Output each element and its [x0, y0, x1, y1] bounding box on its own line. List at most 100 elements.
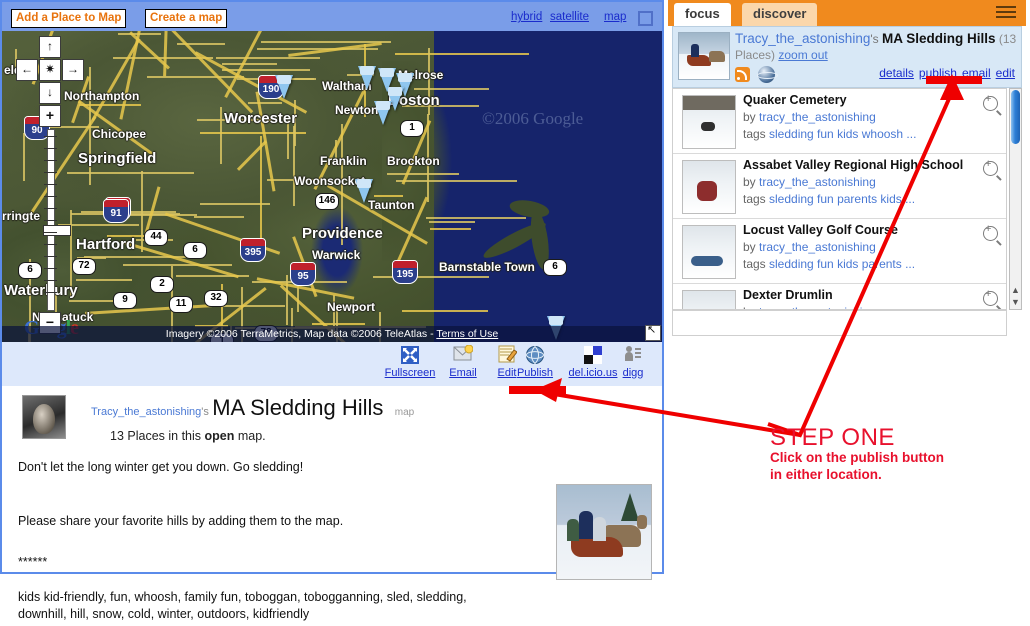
map-place-pin[interactable]: [358, 66, 376, 90]
pan-left-button[interactable]: ←: [16, 59, 38, 81]
zoom-slider-track[interactable]: [43, 129, 71, 311]
email-link[interactable]: email: [962, 66, 991, 80]
publish-action[interactable]: Publish: [505, 345, 565, 379]
place-name[interactable]: Dexter Drumlin: [743, 288, 833, 302]
annotation-line-2: in either location.: [770, 467, 882, 482]
map-road: [200, 132, 306, 134]
map-zoom-control[interactable]: + −: [39, 105, 71, 335]
route-shield: 11: [169, 296, 193, 313]
pan-up-button[interactable]: ↑: [39, 36, 61, 58]
sidebar-owner-name[interactable]: Tracy_the_astonishing: [735, 31, 870, 46]
zoom-to-place-icon[interactable]: [983, 158, 998, 176]
digg-action[interactable]: digg: [613, 345, 653, 379]
pan-right-button[interactable]: →: [62, 59, 84, 81]
map-road: [141, 171, 143, 252]
create-a-map-button[interactable]: Create a map: [145, 9, 228, 28]
sidebar-owner-possessive: 's: [870, 32, 879, 46]
place-author-name[interactable]: tracy_the_astonishing: [759, 110, 876, 124]
annotation-line-1: Click on the publish button: [770, 450, 944, 465]
scroll-down-arrow[interactable]: ▼: [1011, 297, 1020, 308]
place-author: by tracy_the_astonishing: [743, 175, 876, 189]
place-tags-values[interactable]: sledding fun kids parents ...: [769, 257, 915, 271]
map-road: [374, 195, 403, 197]
map-view-satellite-link[interactable]: satellite: [550, 11, 589, 23]
zoom-in-button[interactable]: +: [39, 105, 61, 127]
map-city-label: Barnstable Town: [439, 260, 535, 274]
page-title: MA Sledding Hills: [212, 395, 384, 420]
map-pan-control[interactable]: ↑ ← ✷ → ↓: [16, 36, 84, 104]
rss-icon[interactable]: [735, 67, 750, 82]
place-name[interactable]: Locust Valley Golf Course: [743, 223, 898, 237]
scrollbar-thumb[interactable]: [1011, 90, 1020, 144]
places-list-scrollbar[interactable]: ▲ ▼: [1009, 88, 1022, 310]
publish-link[interactable]: publish: [919, 66, 957, 80]
place-author-label: by: [743, 175, 760, 189]
map-place-pin[interactable]: [374, 101, 392, 125]
zoom-slider-thumb[interactable]: [43, 225, 71, 236]
zoom-to-place-icon[interactable]: [983, 223, 998, 241]
zoom-to-place-icon[interactable]: [983, 93, 998, 111]
map-city-label: Worcester: [224, 110, 298, 127]
place-name[interactable]: Assabet Valley Regional High School: [743, 158, 963, 172]
sidebar-map-title-line: Tracy_the_astonishing's MA Sledding Hill…: [735, 31, 1020, 63]
hamburger-menu-icon[interactable]: [996, 6, 1016, 21]
zoom-to-place-icon[interactable]: [983, 288, 998, 306]
map-city-label: rringte: [2, 209, 41, 223]
map-city-label: Brockton: [387, 154, 440, 168]
pan-center-button[interactable]: ✷: [39, 59, 61, 81]
fullscreen-action[interactable]: Fullscreen: [380, 345, 440, 379]
map-view-hybrid-link[interactable]: hybrid: [511, 11, 542, 23]
place-list-item[interactable]: Dexter Drumlinby tracy_the_astonishing: [673, 284, 1006, 309]
map-owner-name[interactable]: Tracy_the_astonishing: [91, 406, 201, 418]
place-tags-label: tags: [743, 192, 770, 206]
publish-label[interactable]: Publish: [505, 367, 565, 379]
zoom-out-link[interactable]: zoom out: [778, 48, 827, 62]
place-list-item[interactable]: Assabet Valley Regional High School by tr…: [673, 154, 1006, 219]
place-list-item[interactable]: Quaker Cemetery by tracy_the_astonishing t…: [673, 89, 1006, 154]
zoom-tick: [44, 280, 57, 281]
map-overview-toggle-icon[interactable]: [638, 11, 653, 26]
tab-discover[interactable]: discover: [742, 3, 818, 26]
map-city-label: Newton: [335, 103, 379, 117]
map-road: [76, 279, 132, 281]
map-canvas[interactable]: Northampton Chicopee Springfield Worcester W…: [2, 31, 662, 342]
map-road: [67, 172, 194, 174]
places-list[interactable]: Quaker Cemetery by tracy_the_astonishing t…: [672, 88, 1007, 310]
map-place-pin[interactable]: [275, 75, 293, 99]
zoom-tick: [44, 232, 57, 233]
fullscreen-label[interactable]: Fullscreen: [380, 367, 440, 379]
place-author-name[interactable]: tracy_the_astonishing: [759, 175, 876, 189]
places-list-footer: [672, 310, 1007, 336]
google-earth-icon[interactable]: [757, 66, 778, 83]
map-city-label: Newport: [327, 300, 375, 314]
terms-of-use-link[interactable]: Terms of Use: [436, 328, 498, 340]
map-road: [216, 57, 320, 59]
place-tags-values[interactable]: sledding fun kids whoosh ...: [769, 127, 916, 141]
interstate-shield: 395: [240, 238, 266, 262]
map-place-pin[interactable]: [355, 179, 373, 203]
edit-link[interactable]: edit: [996, 66, 1015, 80]
place-list-item[interactable]: Locust Valley Golf Course by tracy_the_as…: [673, 219, 1006, 284]
zoom-tick: [44, 172, 57, 173]
map-city-label: Taunton: [368, 198, 415, 212]
map-kind-label: map: [394, 407, 415, 418]
place-author-label: by: [743, 240, 760, 254]
description-line-1: Don't let the long winter get you down. …: [18, 460, 304, 474]
tab-focus[interactable]: focus: [674, 3, 731, 26]
interstate-shield: 91: [103, 199, 129, 223]
place-author-name[interactable]: tracy_the_astonishing: [759, 240, 876, 254]
map-title-line: Tracy_the_astonishing's MA Sledding Hill…: [91, 395, 414, 421]
map-cape-cod: [465, 193, 599, 319]
details-link[interactable]: details: [879, 66, 914, 80]
place-tags-values[interactable]: sledding fun parents kids ...: [769, 192, 915, 206]
map-action-toolbar: Fullscreen Email Edit Publish del.icio.u…: [2, 342, 662, 386]
map-road: [402, 310, 488, 312]
scroll-up-arrow[interactable]: ▲: [1011, 285, 1020, 296]
add-a-place-to-map-button[interactable]: Add a Place to Map: [11, 9, 127, 28]
map-resize-grip[interactable]: [645, 323, 661, 341]
owner-avatar: [22, 395, 66, 439]
pan-down-button[interactable]: ↓: [39, 82, 61, 104]
map-view-map-link[interactable]: map: [604, 11, 626, 23]
place-name[interactable]: Quaker Cemetery: [743, 93, 847, 107]
digg-label[interactable]: digg: [613, 367, 653, 379]
